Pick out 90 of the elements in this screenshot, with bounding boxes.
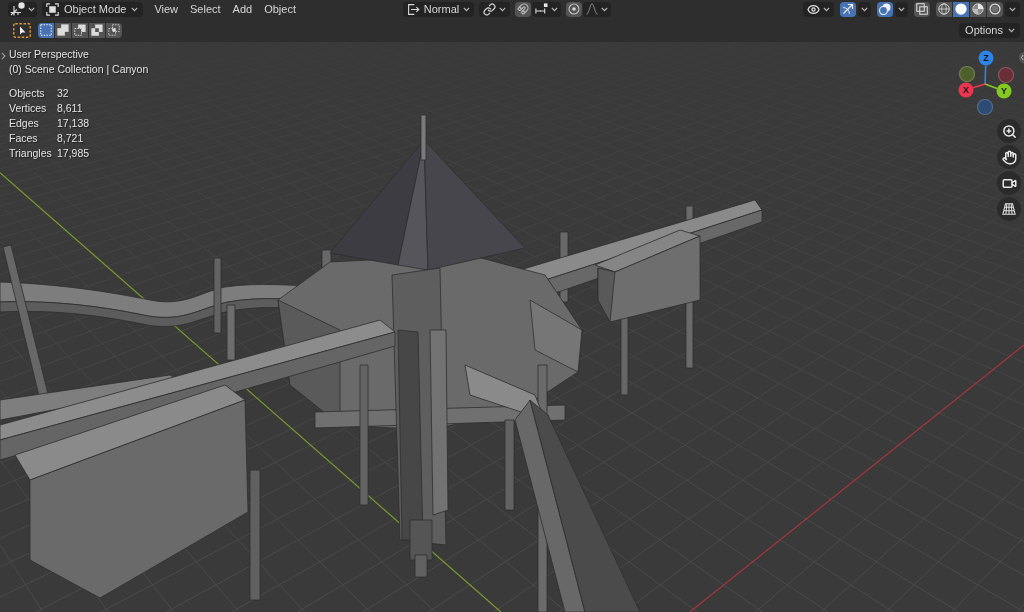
chevron-icon[interactable] (1, 52, 6, 60)
select-tool-button[interactable] (13, 22, 31, 38)
shading-dropdown[interactable] (1005, 1, 1020, 17)
select-mode-button[interactable] (106, 22, 122, 38)
gizmo-toggle-button[interactable] (840, 1, 856, 17)
stat-value: 8,721 (57, 131, 85, 146)
overlap-squares-icon (916, 3, 928, 15)
projection-button[interactable] (997, 197, 1021, 221)
caret-icon (861, 6, 868, 12)
object-box-icon (46, 2, 59, 16)
stat-value: 17,138 (57, 116, 91, 131)
caret-icon (1008, 27, 1015, 33)
stat-label: Triangles (9, 146, 53, 161)
mode-dropdown[interactable]: Object Mode (42, 1, 144, 17)
axis-sphere-icon (10, 2, 26, 16)
wire-sphere-icon (938, 3, 950, 15)
caret-icon (601, 6, 609, 12)
stat-label: Vertices (9, 101, 48, 116)
caret-icon (898, 6, 905, 12)
menu-item[interactable]: Add (226, 1, 259, 17)
menu-item[interactable]: Select (184, 1, 227, 17)
axis-handle[interactable]: Z (978, 50, 994, 66)
view-name-label: User Perspective (9, 47, 90, 62)
arrow-arc-icon (842, 3, 854, 15)
axis-handle[interactable]: X (958, 82, 974, 98)
caret-icon (463, 6, 471, 12)
overlay-toggle-button[interactable] (877, 1, 893, 17)
caret-icon (823, 6, 830, 12)
shading-mode-button[interactable] (953, 1, 969, 17)
options-dropdown[interactable]: Options (959, 22, 1020, 38)
dot-circle-icon (568, 3, 581, 15)
overlay-dropdown[interactable] (895, 1, 908, 17)
select-mode-button[interactable] (55, 22, 71, 38)
subtract-squares-icon (74, 24, 86, 36)
collection-label: (0) Scene Collection | Canyon (9, 62, 149, 77)
menu-item[interactable]: Object (258, 1, 302, 17)
caret-icon (499, 6, 507, 12)
union-squares-icon (57, 24, 69, 36)
shaded-sphere-icon (972, 3, 984, 15)
bell-curve-icon (586, 3, 599, 15)
intersect-squares-icon (108, 24, 120, 36)
zoom-icon (1001, 123, 1017, 139)
bracket-icon (535, 3, 549, 15)
stat-label: Faces (9, 131, 39, 146)
axis-handle[interactable]: Y (996, 83, 1012, 99)
zoom-button[interactable] (997, 119, 1021, 143)
axis-handle[interactable] (976, 98, 994, 116)
editor-type-dropdown[interactable] (8, 1, 37, 17)
shading-mode-button[interactable] (987, 1, 1003, 17)
stat-value: 8,611 (57, 101, 84, 116)
falloff-dropdown[interactable] (583, 1, 612, 17)
orientation-dropdown[interactable]: Normal (402, 1, 475, 17)
proportional-toggle-button[interactable] (566, 1, 583, 17)
caret-icon (551, 6, 559, 12)
stat-label: Edges (9, 116, 40, 131)
stat-value: 32 (57, 86, 70, 101)
shading-mode-button[interactable] (970, 1, 986, 17)
axis-handle[interactable] (958, 65, 976, 83)
pan-button[interactable] (997, 145, 1021, 169)
box-arrow-icon (406, 2, 420, 16)
stat-label: Objects (9, 86, 46, 101)
ring-sphere-icon (989, 3, 1001, 15)
perspective-grid-icon (1002, 202, 1016, 216)
solid-sphere-icon (955, 3, 967, 15)
visibility-dropdown[interactable] (803, 1, 834, 17)
magnet-icon (517, 3, 530, 15)
axis-handle[interactable] (997, 66, 1015, 84)
chevron-icon[interactable] (1019, 52, 1024, 63)
caret-icon (1009, 6, 1016, 12)
menu-item[interactable]: View (148, 1, 185, 17)
hand-icon (1001, 149, 1017, 165)
overlap-circles-icon (879, 3, 891, 15)
eye-icon (807, 2, 820, 16)
pivot-dropdown[interactable] (479, 1, 511, 17)
dashed-square-icon (40, 24, 52, 36)
camera-view-button[interactable] (997, 171, 1021, 195)
link-icon (483, 2, 497, 16)
select-mode-button[interactable] (38, 22, 54, 38)
shading-mode-button[interactable] (936, 1, 952, 17)
difference-squares-icon (91, 24, 103, 36)
select-mode-button[interactable] (72, 22, 88, 38)
caret-icon (131, 6, 139, 12)
gizmo-dropdown[interactable] (858, 1, 871, 17)
xray-toggle-button[interactable] (914, 1, 930, 17)
stat-value: 17,985 (57, 146, 91, 161)
snap-target-dropdown[interactable] (532, 1, 562, 17)
snap-toggle-button[interactable] (515, 1, 532, 17)
caret-icon (28, 6, 35, 12)
select-mode-button[interactable] (89, 22, 105, 38)
cursor-icon (13, 22, 31, 38)
